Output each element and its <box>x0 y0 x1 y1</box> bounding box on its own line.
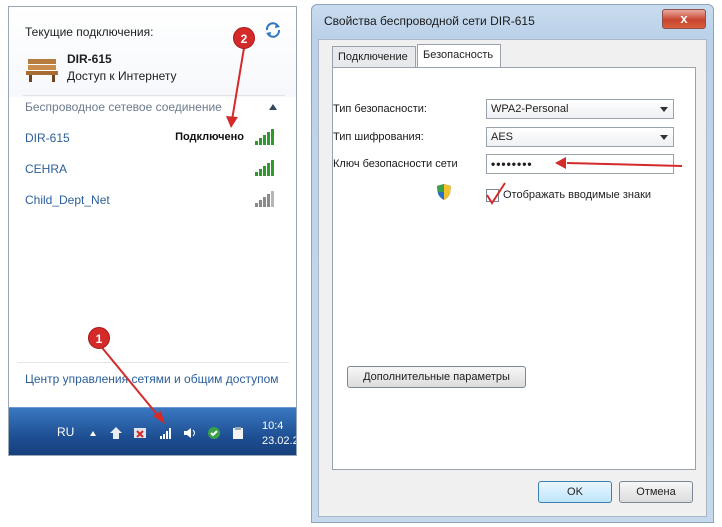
language-indicator[interactable]: RU <box>57 425 74 439</box>
close-icon: x <box>680 11 688 26</box>
action-center-icon[interactable] <box>109 426 123 440</box>
network-status: Подключено <box>175 131 244 143</box>
clock[interactable]: 10:4 23.02.2 <box>262 419 297 449</box>
network-center-link[interactable]: Центр управления сетями и общим доступом <box>25 372 279 386</box>
current-connections-header: Текущие подключения: DIR-615 Доступ к Ин… <box>9 7 296 97</box>
advanced-settings-button[interactable]: Дополнительные параметры <box>347 366 526 388</box>
wifi-flyout: Текущие подключения: DIR-615 Доступ к Ин… <box>8 6 297 456</box>
security-key-input[interactable]: •••••••• <box>486 154 674 174</box>
encryption-type-label: Тип шифрования: <box>333 131 424 143</box>
security-type-value: WPA2-Personal <box>491 103 569 115</box>
disconnected-network-icon[interactable] <box>133 426 147 440</box>
network-name: CEHRA <box>25 162 68 176</box>
wireless-section-title: Беспроводное сетевое соединение <box>25 100 222 114</box>
chevron-down-icon <box>660 135 668 140</box>
security-key-label: Ключ безопасности сети <box>333 158 458 170</box>
cancel-button[interactable]: Отмена <box>619 481 693 503</box>
chevron-up-icon[interactable] <box>268 103 278 111</box>
bench-network-icon <box>26 59 58 82</box>
current-network-name: DIR-615 <box>67 52 112 66</box>
sync-icon[interactable] <box>207 426 221 440</box>
ok-button[interactable]: OK <box>538 481 612 503</box>
security-type-select[interactable]: WPA2-Personal <box>486 99 674 119</box>
show-characters-label: Отображать вводимые знаки <box>503 189 652 201</box>
tab-security[interactable]: Безопасность <box>417 44 501 68</box>
network-item-child-dept[interactable]: Child_Dept_Net <box>9 187 296 215</box>
network-item-dir615[interactable]: DIR-615 Подключено <box>9 125 296 153</box>
dialog-title: Свойства беспроводной сети DIR-615 <box>324 14 535 28</box>
security-type-label: Тип безопасности: <box>333 103 427 115</box>
annotation-badge-2: 2 <box>233 27 255 49</box>
header-divider <box>23 95 285 96</box>
annotation-badge-1: 1 <box>88 327 110 349</box>
signal-strength-icon <box>255 129 274 145</box>
clipboard-icon[interactable] <box>231 426 245 440</box>
signal-strength-icon <box>255 160 274 176</box>
taskbar: RU 10:4 23.02.2 <box>9 407 297 455</box>
network-name: Child_Dept_Net <box>25 193 110 207</box>
current-network-access: Доступ к Интернету <box>67 69 177 83</box>
refresh-icon[interactable] <box>264 21 282 39</box>
link-divider <box>17 362 289 363</box>
clock-date: 23.02.2 <box>262 435 297 447</box>
uac-shield-icon <box>437 184 451 200</box>
clock-time: 10:4 <box>262 420 284 432</box>
encryption-type-select[interactable]: AES <box>486 127 674 147</box>
signal-strength-icon <box>255 191 274 207</box>
network-name: DIR-615 <box>25 131 70 145</box>
show-hidden-icons-icon[interactable] <box>89 430 97 438</box>
show-characters-checkbox[interactable] <box>486 189 499 202</box>
volume-icon[interactable] <box>183 426 197 440</box>
current-connections-title: Текущие подключения: <box>25 25 154 39</box>
close-button[interactable]: x <box>662 9 706 29</box>
network-item-cehra[interactable]: CEHRA <box>9 156 296 184</box>
wifi-signal-tray-icon[interactable] <box>159 426 173 440</box>
tab-connection[interactable]: Подключение <box>332 46 416 68</box>
encryption-type-value: AES <box>491 131 514 143</box>
chevron-down-icon <box>660 107 668 112</box>
